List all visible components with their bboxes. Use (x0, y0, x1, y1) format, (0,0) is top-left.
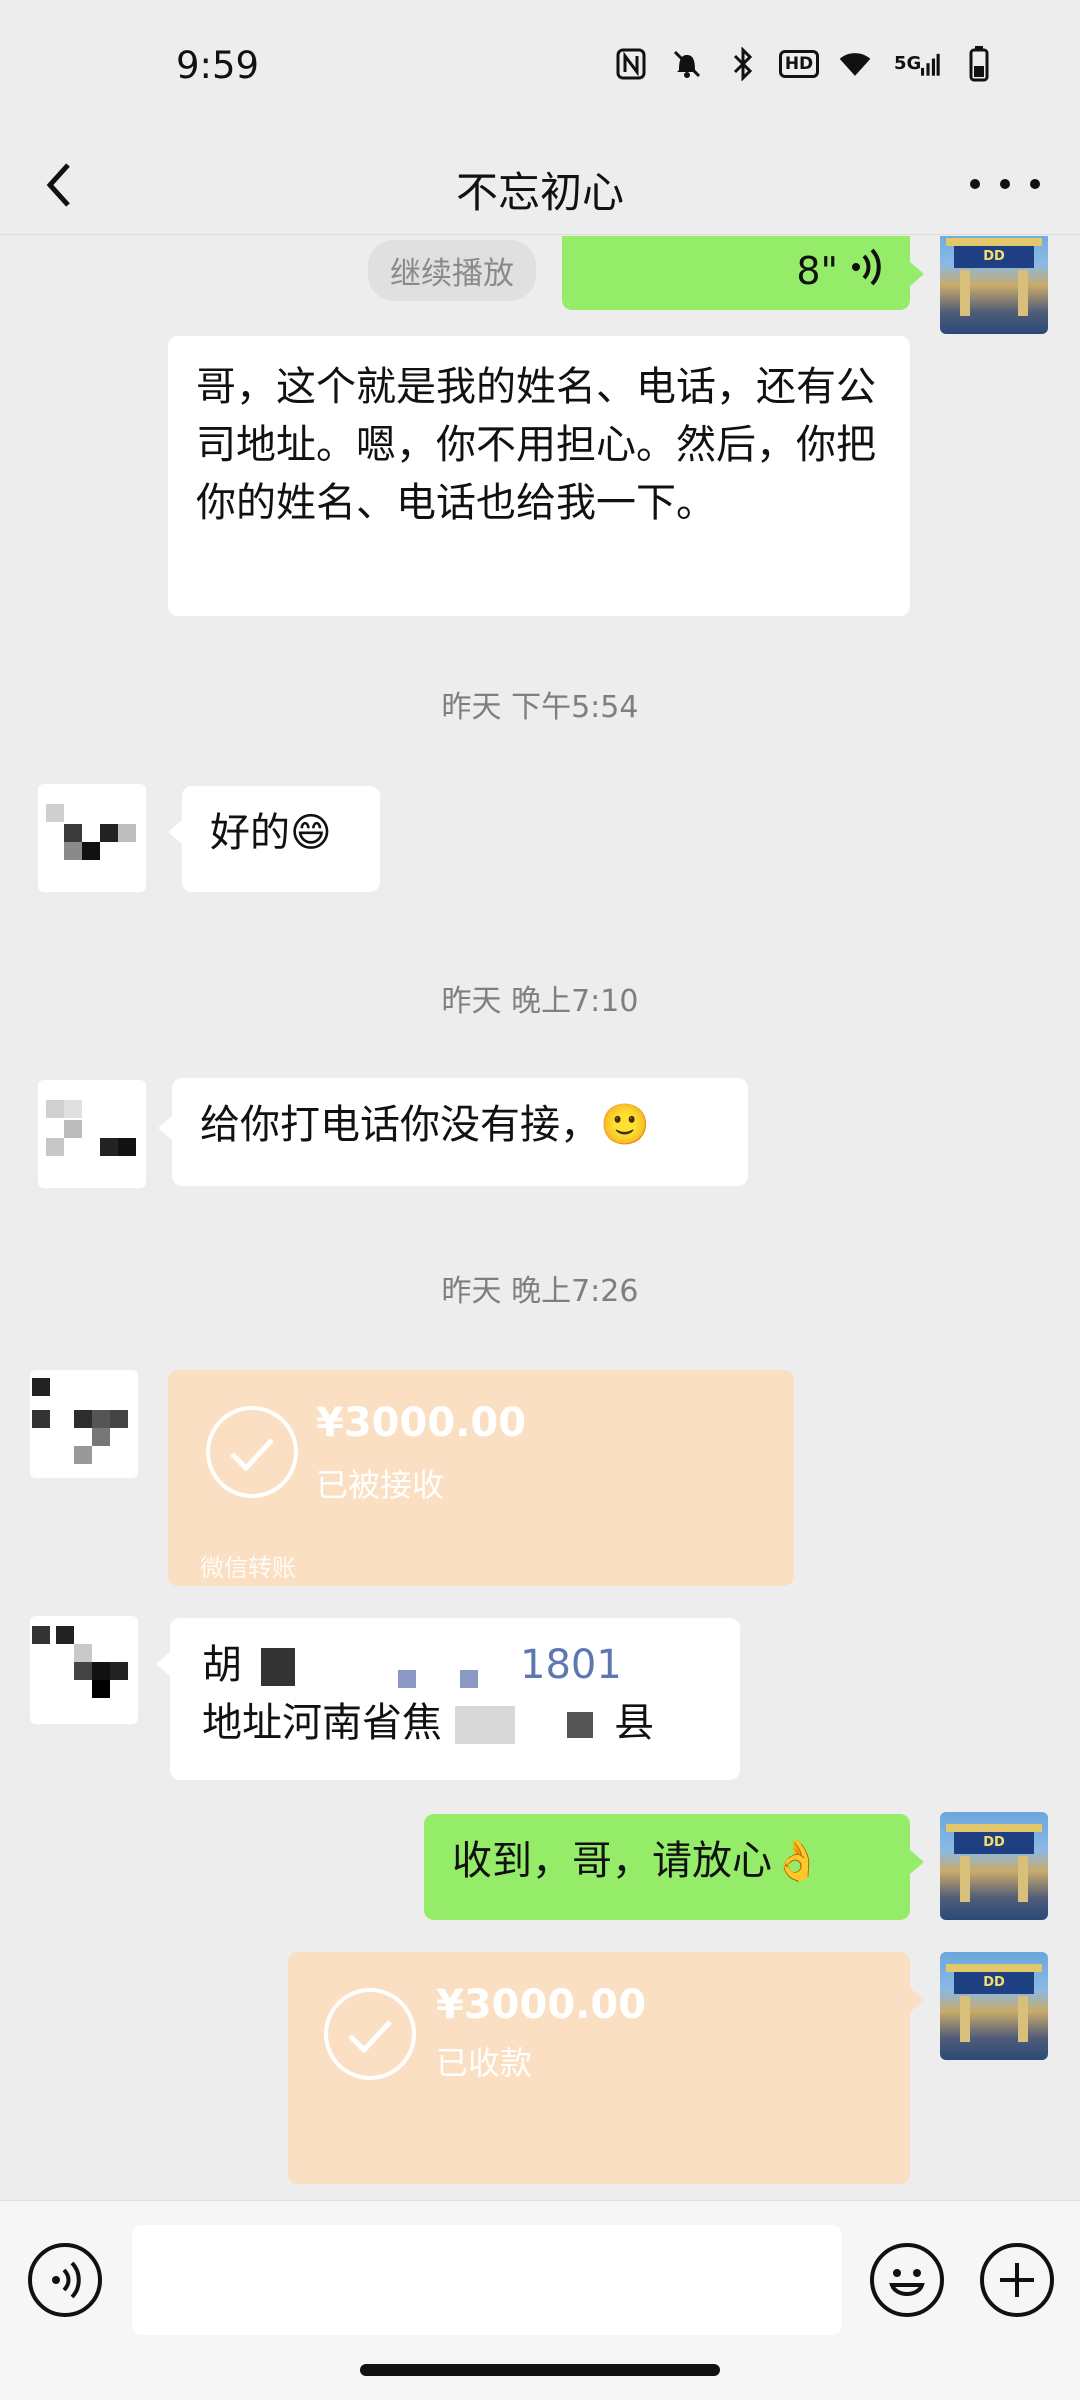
plus-icon[interactable] (980, 2243, 1054, 2317)
5g-signal-icon: 5G (894, 46, 940, 82)
wifi-icon (838, 46, 872, 82)
bubble-tail (910, 1850, 924, 1874)
transfer-status: 已收款 (436, 2044, 533, 2082)
avatar-contact[interactable] (38, 784, 146, 892)
chat-header: 不忘初心 (0, 135, 1080, 235)
continue-playing-button[interactable]: 继续播放 (368, 240, 536, 301)
status-icons: HD 5G (614, 46, 996, 82)
message-bubble-outgoing[interactable]: 收到，哥，请放心👌 (424, 1814, 910, 1920)
timestamp: 昨天 下午5:54 (441, 690, 639, 725)
transfer-source: 微信转账 (200, 1554, 296, 1582)
message-bubble-incoming[interactable]: 好的😄 (182, 786, 380, 892)
status-time: 9:59 (176, 44, 260, 87)
message-input[interactable] (132, 2225, 842, 2335)
timestamp: 昨天 晚上7:10 (441, 984, 639, 1019)
status-bar: 9:59 HD 5G (0, 0, 1080, 135)
avatar-contact[interactable] (30, 1370, 138, 1478)
home-indicator[interactable] (360, 2364, 720, 2376)
emoji-icon[interactable] (870, 2243, 944, 2317)
nfc-icon (614, 46, 648, 82)
battery-icon (962, 46, 996, 82)
chat-messages[interactable]: 继续播放 8" DD 哥，这个就是我的姓名、电话，还有公司地址。嗯，你不用担心。… (0, 236, 1080, 2200)
bubble-tail (168, 820, 182, 844)
message-text: 哥，这个就是我的姓名、电话，还有公司地址。嗯，你不用担心。然后，你把你的姓名、电… (196, 364, 876, 526)
check-circle-icon (206, 1406, 298, 1498)
avatar-contact[interactable] (30, 1616, 138, 1724)
more-icon[interactable] (970, 159, 1040, 209)
bubble-tail (910, 262, 924, 286)
transfer-amount: ¥3000.00 (316, 1400, 527, 1446)
message-text: 胡 (202, 1642, 242, 1688)
mute-icon (670, 46, 704, 82)
message-text: 收到，哥，请放心👌 (452, 1838, 822, 1884)
bubble-tail (158, 1116, 172, 1140)
bluetooth-icon (726, 46, 760, 82)
avatar-self[interactable]: DD (940, 1812, 1048, 1920)
check-circle-icon (324, 1988, 416, 2080)
transfer-status: 已被接收 (316, 1466, 445, 1504)
message-bubble-incoming[interactable]: 给你打电话你没有接，🙂 (172, 1078, 748, 1186)
avatar-contact[interactable] (38, 1080, 146, 1188)
message-text: 给你打电话你没有接，🙂 (200, 1102, 650, 1148)
avatar-self[interactable]: DD (940, 1952, 1048, 2060)
voice-message[interactable]: 8" (562, 236, 910, 310)
transfer-amount: ¥3000.00 (436, 1982, 647, 2028)
hd-icon: HD (778, 46, 820, 82)
chat-title: 不忘初心 (455, 168, 624, 217)
message-bubble-incoming[interactable]: 哥，这个就是我的姓名、电话，还有公司地址。嗯，你不用担心。然后，你把你的姓名、电… (168, 336, 910, 616)
bubble-tail (156, 1652, 170, 1676)
transfer-card-collected[interactable]: ¥3000.00 已收款 (288, 1952, 910, 2184)
message-bubble-incoming[interactable]: 胡 1801 地址河南省焦 县 (170, 1618, 740, 1780)
message-text: 1801 (520, 1642, 622, 1688)
avatar-self[interactable]: DD (940, 236, 1048, 334)
voice-duration: 8" (796, 249, 838, 293)
voice-wave-icon (852, 248, 881, 286)
message-text: 好的😄 (210, 810, 332, 856)
bubble-tail (910, 1988, 924, 2012)
message-text: 地址河南省焦 (202, 1700, 442, 1746)
voice-input-icon[interactable] (28, 2243, 102, 2317)
message-text: 县 (614, 1700, 655, 1746)
timestamp: 昨天 晚上7:26 (441, 1274, 639, 1309)
transfer-card-received[interactable]: ¥3000.00 已被接收 微信转账 (168, 1370, 794, 1586)
